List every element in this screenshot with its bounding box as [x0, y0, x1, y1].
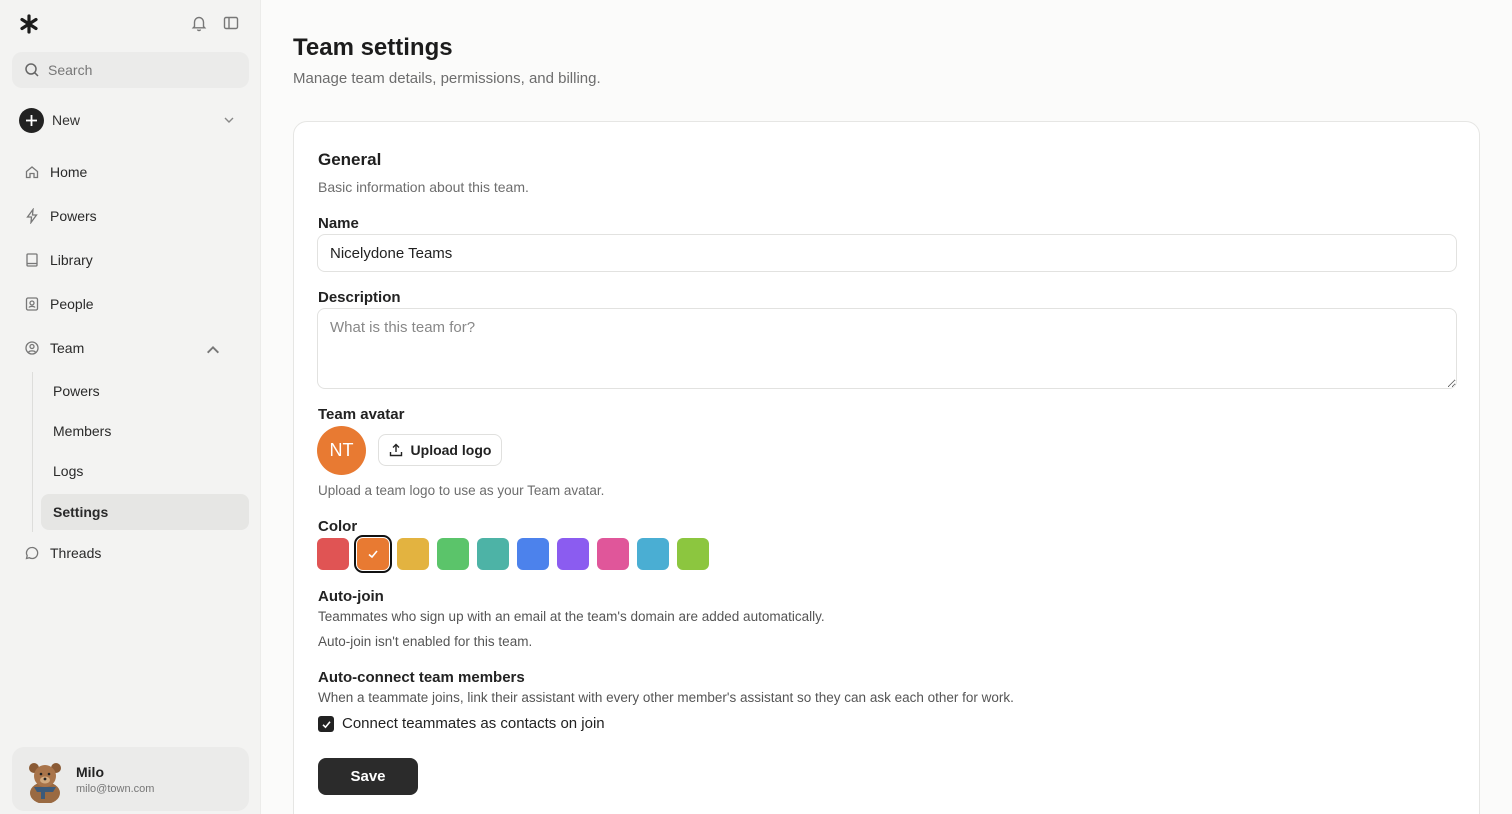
search-input[interactable]: Search [12, 52, 249, 88]
chevron-down-icon[interactable] [223, 114, 235, 126]
bell-icon[interactable] [190, 14, 208, 32]
description-label: Description [318, 289, 401, 306]
contact-card-icon [25, 297, 39, 311]
general-settings-card: General Basic information about this tea… [293, 121, 1480, 814]
chat-bubble-icon [25, 546, 39, 560]
lightning-icon [26, 208, 38, 224]
color-swatch[interactable] [477, 538, 509, 570]
nav-item-label: Threads [50, 545, 102, 561]
subnav-item-logs[interactable]: Logs [41, 453, 249, 489]
sidebar: Search New Home Powers Library People Te… [0, 0, 261, 814]
color-label: Color [318, 518, 358, 535]
nav-item-people[interactable]: People [12, 287, 249, 321]
subnav-item-powers[interactable]: Powers [41, 373, 249, 409]
subnav-item-label: Logs [53, 463, 84, 479]
team-avatar: NT [317, 426, 366, 475]
autojoin-description: Teammates who sign up with an email at t… [318, 609, 825, 624]
subnav-divider [32, 372, 33, 532]
name-label: Name [318, 215, 359, 232]
upload-logo-button[interactable]: Upload logo [378, 434, 502, 466]
home-icon [25, 166, 39, 179]
search-placeholder: Search [48, 62, 93, 78]
autojoin-title: Auto-join [318, 588, 384, 605]
avatar-initials: NT [329, 440, 354, 460]
color-swatch[interactable] [354, 535, 392, 573]
nav-item-label: Powers [50, 208, 97, 224]
nav-item-threads[interactable]: Threads [12, 536, 249, 570]
autoconnect-description: When a teammate joins, link their assist… [318, 690, 1014, 705]
subnav-item-label: Members [53, 423, 112, 439]
section-subtitle: Basic information about this team. [318, 179, 529, 195]
color-swatch[interactable] [397, 538, 429, 570]
autoconnect-checkbox[interactable] [318, 716, 334, 732]
bear-avatar [29, 763, 61, 803]
team-name-input[interactable] [317, 234, 1457, 272]
description-textarea[interactable] [317, 308, 1457, 389]
color-swatch[interactable] [597, 538, 629, 570]
user-email: milo@town.com [76, 783, 155, 795]
main-content: Team settings Manage team details, permi… [261, 0, 1512, 814]
color-swatch[interactable] [637, 538, 669, 570]
user-circle-icon [25, 341, 39, 355]
autoconnect-title: Auto-connect team members [318, 669, 525, 686]
subnav-item-label: Powers [53, 383, 100, 399]
page-title: Team settings [293, 34, 453, 61]
nav-item-label: People [50, 296, 94, 312]
save-button[interactable]: Save [318, 758, 418, 795]
plus-icon [19, 107, 44, 133]
subnav-item-settings[interactable]: Settings [41, 494, 249, 530]
color-swatch[interactable] [317, 538, 349, 570]
nav-item-home[interactable]: Home [12, 155, 249, 189]
search-icon [25, 63, 39, 77]
nav-item-label: Home [50, 164, 88, 180]
color-swatch[interactable] [677, 538, 709, 570]
nav-item-label: Library [50, 252, 93, 268]
nav-item-powers[interactable]: Powers [12, 199, 249, 233]
color-swatch[interactable] [517, 538, 549, 570]
upload-hint: Upload a team logo to use as your Team a… [318, 483, 605, 498]
chevron-up-icon[interactable] [205, 342, 221, 358]
checkmark-icon [321, 720, 331, 728]
upload-logo-label: Upload logo [410, 442, 492, 458]
autojoin-status: Auto-join isn't enabled for this team. [318, 634, 533, 649]
book-icon [26, 253, 38, 267]
nav-item-label: Team [50, 340, 85, 356]
app-logo-icon[interactable] [19, 14, 39, 34]
section-title: General [318, 150, 382, 169]
new-label: New [52, 112, 81, 128]
subnav-item-label: Settings [53, 504, 109, 520]
subnav-item-members[interactable]: Members [41, 413, 249, 449]
color-swatch[interactable] [437, 538, 469, 570]
new-button[interactable]: New [12, 104, 249, 136]
nav-item-team[interactable]: Team [12, 331, 249, 365]
sidebar-toggle-icon[interactable] [222, 14, 240, 32]
user-profile-card[interactable]: Milo milo@town.com [12, 747, 249, 811]
checkmark-icon [368, 550, 378, 559]
page-subtitle: Manage team details, permissions, and bi… [293, 70, 601, 87]
autoconnect-checkbox-label[interactable]: Connect teammates as contacts on join [342, 715, 605, 732]
nav-item-library[interactable]: Library [12, 243, 249, 277]
upload-icon [389, 443, 402, 457]
user-name: Milo [76, 764, 104, 780]
color-swatch[interactable] [557, 538, 589, 570]
team-avatar-label: Team avatar [318, 406, 405, 423]
